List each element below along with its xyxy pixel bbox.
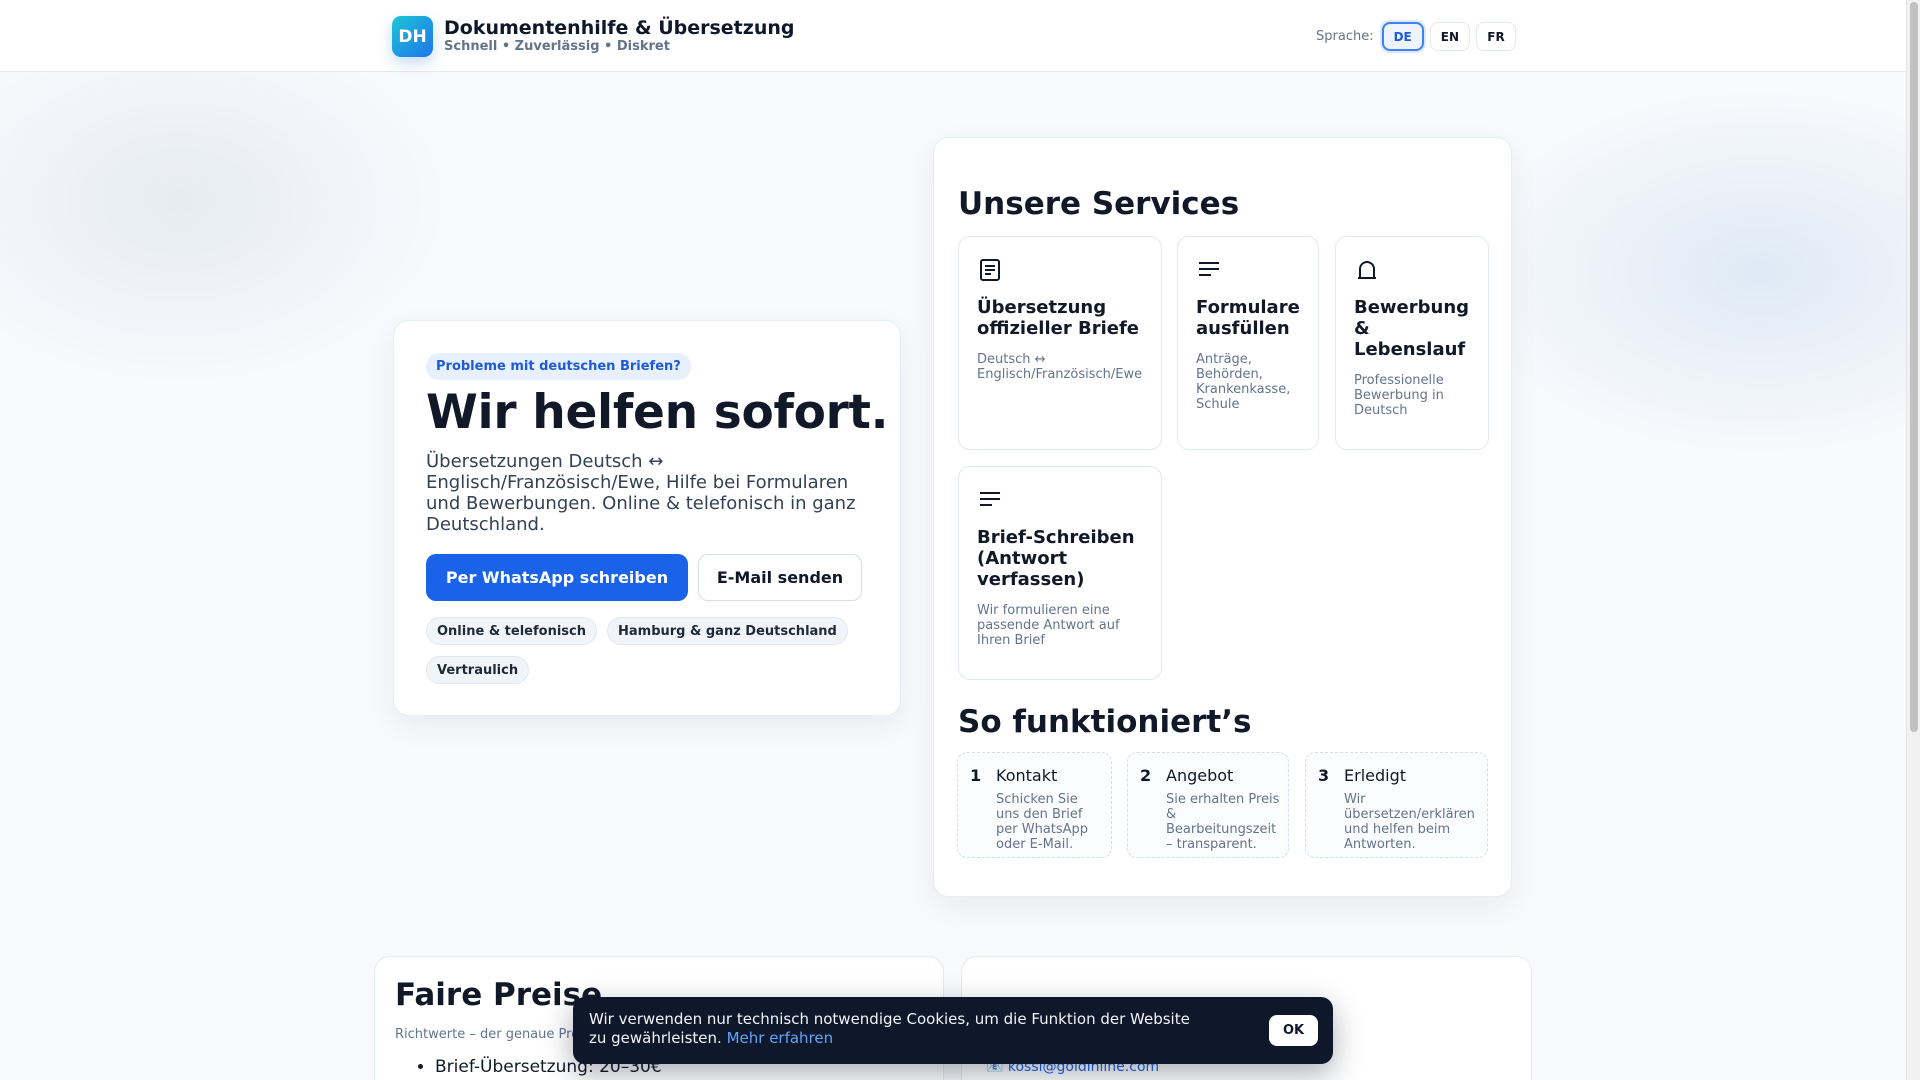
email-button[interactable]: E-Mail senden: [698, 554, 862, 601]
scrollbar-thumb[interactable]: [1910, 2, 1918, 732]
brand-subtitle: Schnell • Zuverlässig • Diskret: [444, 39, 670, 54]
service-title: Brief-Schreiben (Antwort verfassen): [977, 527, 1135, 590]
services-title: Unsere Services: [958, 186, 1240, 222]
logo[interactable]: DH: [392, 16, 433, 57]
lines-icon: [1196, 257, 1222, 283]
cookie-more-link[interactable]: Mehr erfahren: [727, 1029, 834, 1047]
step-offer: 2 Angebot Sie erhalten Preis & Bearbeitu…: [1127, 752, 1289, 858]
service-title: Bewerbung & Lebenslauf: [1354, 297, 1470, 360]
language-fr-button[interactable]: FR: [1476, 22, 1517, 51]
cookie-ok-button[interactable]: OK: [1269, 1015, 1318, 1046]
service-title: Formulare ausfüllen: [1196, 297, 1300, 339]
bell-icon: [1354, 257, 1380, 283]
service-card-letter-writing[interactable]: Brief-Schreiben (Antwort verfassen) Wir …: [958, 466, 1162, 680]
brand-title[interactable]: Dokumentenhilfe & Übersetzung: [444, 17, 794, 39]
service-card-application[interactable]: Bewerbung & Lebenslauf Professionelle Be…: [1335, 236, 1489, 450]
language-de-button[interactable]: DE: [1381, 22, 1424, 51]
chip-location: Hamburg & ganz Deutschland: [607, 617, 848, 645]
cookie-message: Wir verwenden nur technisch notwendige C…: [589, 1010, 1190, 1047]
step-number: 3: [1318, 766, 1330, 785]
page-scrollbar[interactable]: [1906, 0, 1920, 1080]
step-done: 3 Erledigt Wir übersetzen/erklären und h…: [1305, 752, 1488, 858]
service-title: Übersetzung offizieller Briefe: [977, 297, 1139, 339]
prices-title: Faire Preise: [395, 977, 603, 1013]
how-it-works-title: So funktioniert’s: [958, 704, 1252, 740]
service-desc: Deutsch ↔ Englisch/Französisch/Ewe: [977, 352, 1143, 382]
step-desc: Wir übersetzen/erklären und helfen beim …: [1344, 792, 1475, 852]
step-title: Kontakt: [996, 766, 1058, 785]
language-en-button[interactable]: EN: [1429, 22, 1471, 51]
service-card-translation[interactable]: Übersetzung offizieller Briefe Deutsch ↔…: [958, 236, 1162, 450]
language-label: Sprache:: [1316, 29, 1374, 44]
prices-note: Richtwerte – der genaue Preis: [395, 1027, 590, 1042]
step-desc: Sie erhalten Preis & Bearbeitungszeit – …: [1166, 792, 1280, 852]
step-title: Erledigt: [1344, 766, 1407, 785]
language-switcher: Sprache: DE EN FR: [1316, 22, 1517, 51]
service-desc: Professionelle Bewerbung in Deutsch: [1354, 373, 1444, 418]
site-header: DH Dokumentenhilfe & Übersetzung Schnell…: [0, 0, 1906, 72]
service-desc: Anträge, Behörden, Krankenkasse, Schule: [1196, 352, 1291, 412]
cookie-text: Wir verwenden nur technisch notwendige C…: [589, 1010, 1209, 1048]
hero-badge: Probleme mit deutschen Briefen?: [426, 353, 691, 380]
step-title: Angebot: [1166, 766, 1234, 785]
service-card-forms[interactable]: Formulare ausfüllen Anträge, Behörden, K…: [1177, 236, 1319, 450]
step-desc: Schicken Sie uns den Brief per WhatsApp …: [996, 792, 1089, 852]
service-desc: Wir formulieren eine passende Antwort au…: [977, 603, 1120, 648]
document-icon: [977, 257, 1003, 283]
chip-confidential: Vertraulich: [426, 656, 530, 684]
chip-online: Online & telefonisch: [426, 617, 597, 645]
cookie-banner: Wir verwenden nur technisch notwendige C…: [573, 997, 1333, 1064]
hero-title: Wir helfen sofort.: [426, 385, 889, 440]
step-contact: 1 Kontakt Schicken Sie uns den Brief per…: [957, 752, 1112, 858]
step-number: 2: [1140, 766, 1152, 785]
whatsapp-button[interactable]: Per WhatsApp schreiben: [426, 554, 688, 601]
hero-text: Übersetzungen Deutsch ↔ Englisch/Französ…: [426, 451, 856, 535]
step-number: 1: [970, 766, 982, 785]
hero-card: Probleme mit deutschen Briefen? Wir helf…: [393, 320, 901, 716]
lines-icon: [977, 487, 1003, 513]
